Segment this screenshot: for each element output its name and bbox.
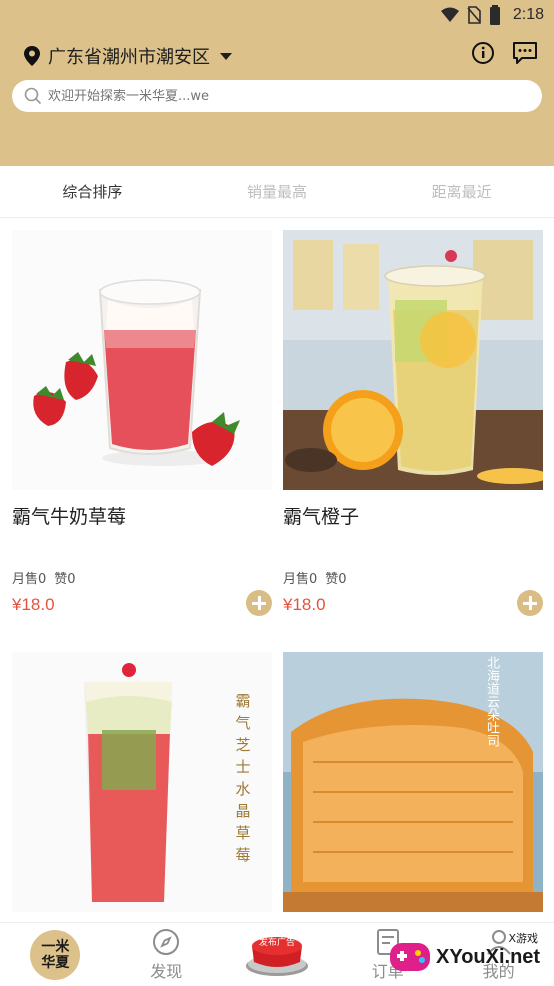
- monthly-sales: 月售0: [283, 572, 318, 587]
- image-vertical-text: 霸 气 芝 士 水 晶 草 莓: [235, 692, 251, 864]
- product-image: [283, 230, 543, 490]
- add-to-cart-button[interactable]: [246, 590, 272, 616]
- product-card[interactable]: 北海道云朵吐司: [283, 652, 543, 912]
- product-price: ¥18.0: [12, 595, 55, 614]
- publish-ad-label: 发布广告: [258, 938, 295, 948]
- sort-tabs: 综合排序 销量最高 距离最近: [0, 166, 554, 218]
- compass-icon: [153, 928, 180, 955]
- monthly-sales: 月售0: [12, 572, 47, 587]
- product-price: ¥18.0: [283, 595, 326, 614]
- product-image: [12, 230, 272, 490]
- nav-home[interactable]: 一米 华夏: [0, 923, 111, 986]
- status-bar: 2:18: [0, 0, 554, 30]
- product-card[interactable]: 霸气牛奶草莓 月售0 赞0 ¥18.0: [12, 230, 272, 616]
- message-icon: [513, 42, 537, 64]
- location-pin-icon: [24, 46, 40, 66]
- info-button[interactable]: [470, 40, 496, 66]
- tab-distance[interactable]: 距离最近: [369, 166, 554, 217]
- watermark: XYouXi.net X游戏: [388, 930, 548, 984]
- message-button[interactable]: [512, 40, 538, 66]
- gamepad-logo-icon: [390, 943, 430, 971]
- product-stats: 月售0 赞0: [12, 568, 76, 587]
- battery-icon: [489, 5, 500, 25]
- image-caption: 北海道云朵吐司: [484, 656, 499, 747]
- no-sim-icon: [467, 6, 481, 24]
- search-icon: [24, 87, 42, 105]
- product-name: 霸气牛奶草莓: [12, 506, 127, 528]
- app-header: 2:18 广东省潮州市潮安区: [0, 0, 554, 166]
- info-icon: [472, 42, 494, 64]
- watermark-small-text: X游戏: [508, 932, 538, 945]
- product-name: 霸气橙子: [283, 506, 360, 528]
- likes-count: 赞0: [325, 572, 347, 587]
- product-card[interactable]: 霸 气 芝 士 水 晶 草 莓: [12, 652, 272, 912]
- tab-comprehensive[interactable]: 综合排序: [0, 166, 185, 217]
- location-selector[interactable]: 广东省潮州市潮安区: [24, 43, 232, 69]
- likes-count: 赞0: [54, 572, 76, 587]
- nav-discover-label: 发现: [150, 961, 183, 981]
- product-stats: 月售0 赞0: [283, 568, 347, 587]
- location-text: 广东省潮州市潮安区: [48, 47, 210, 68]
- brand-logo-badge: 一米 华夏: [30, 929, 81, 980]
- search-input[interactable]: [48, 88, 528, 104]
- product-image: [283, 652, 543, 912]
- nav-discover[interactable]: 发现: [111, 923, 222, 986]
- nav-publish[interactable]: 发布广告: [222, 923, 333, 986]
- tab-sales[interactable]: 销量最高: [185, 166, 370, 217]
- watermark-text: XYouXi.net: [436, 945, 541, 968]
- product-card[interactable]: 霸气橙子 月售0 赞0 ¥18.0: [283, 230, 543, 616]
- status-time: 2:18: [512, 6, 544, 23]
- search-bar[interactable]: [12, 80, 542, 112]
- wifi-icon: [440, 7, 459, 22]
- chevron-down-icon: [220, 52, 232, 60]
- add-to-cart-button[interactable]: [517, 590, 543, 616]
